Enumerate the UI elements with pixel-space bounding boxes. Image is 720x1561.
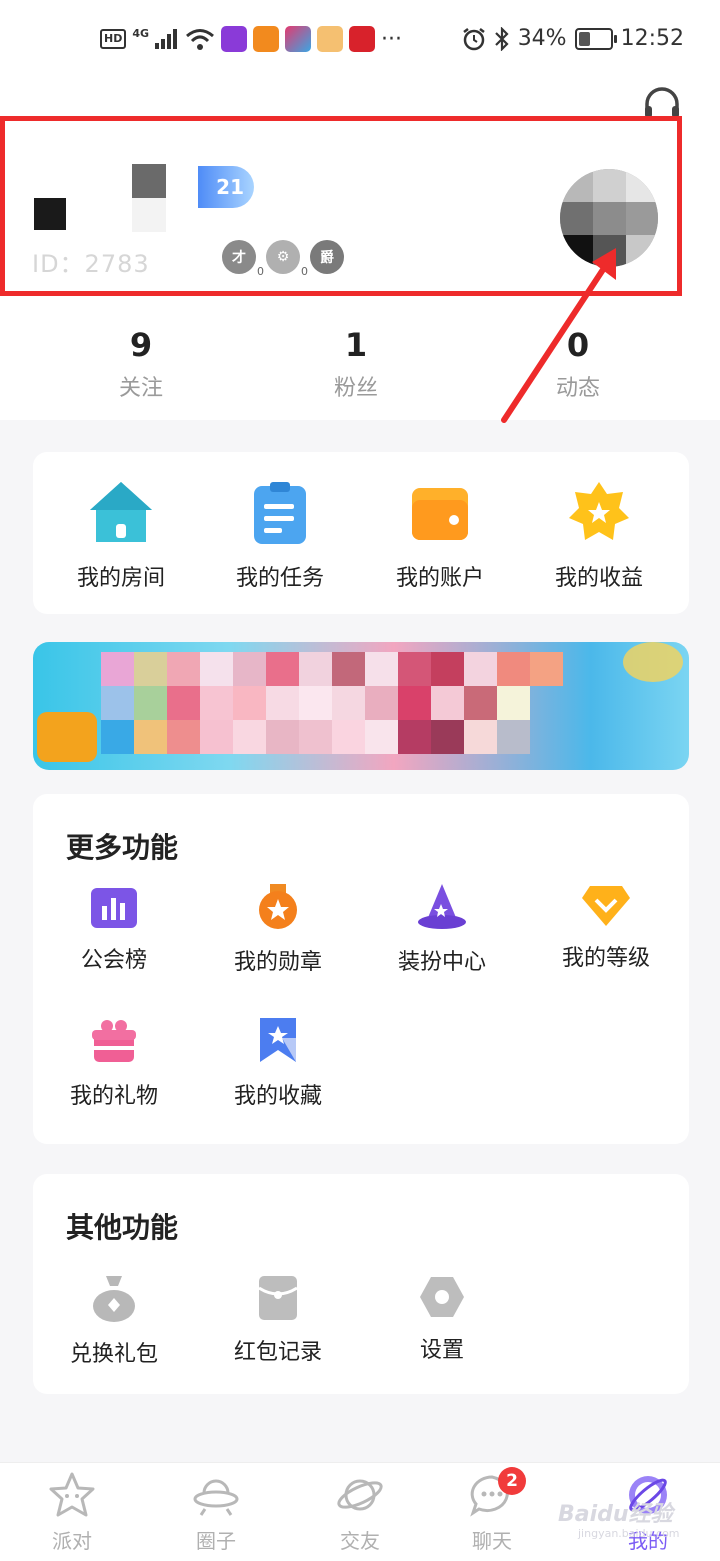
redeem-gift-pack-button[interactable]: 兑换礼包 <box>49 1274 179 1368</box>
my-level-button[interactable]: 我的等级 <box>541 884 671 972</box>
battery-percent: 34% <box>517 26 567 51</box>
alarm-icon <box>462 27 485 50</box>
stat-following[interactable]: 9 关注 <box>71 326 211 402</box>
bar-chart-icon <box>91 888 137 928</box>
other-functions-title: 其他功能 <box>66 1211 179 1244</box>
app-notification-icon <box>349 26 376 52</box>
my-favorites-button[interactable]: 我的收藏 <box>213 1016 343 1110</box>
guild-ranking-button[interactable]: 公会榜 <box>49 888 179 974</box>
clipboard-icon <box>254 482 306 544</box>
planet-icon <box>337 1479 383 1511</box>
gift-icon <box>92 1020 136 1062</box>
star-face-icon <box>49 1472 95 1517</box>
settings-button[interactable]: 设置 <box>377 1276 507 1364</box>
diamond-icon <box>582 886 630 926</box>
my-account-button[interactable]: 我的账户 <box>365 480 515 592</box>
wifi-icon <box>186 29 214 50</box>
promo-banner[interactable] <box>33 642 689 770</box>
house-icon <box>90 482 152 542</box>
star-badge-icon <box>569 482 629 540</box>
watermark-url: jingyan.baidu.com <box>578 1527 680 1540</box>
wallet-icon <box>412 488 468 540</box>
money-bag-icon <box>93 1276 135 1322</box>
dressup-center-button[interactable]: 装扮中心 <box>377 884 507 976</box>
app-notification-icon <box>317 26 344 52</box>
network-indicator: 4G <box>132 26 150 40</box>
status-right: 34% 12:52 <box>462 26 684 51</box>
medal-icon <box>259 884 297 929</box>
tab-friends[interactable]: 交友 <box>310 1471 410 1554</box>
status-left: HD 4G ··· <box>100 26 402 52</box>
wizard-hat-icon <box>418 884 466 929</box>
tab-chat[interactable]: 2 聊天 <box>442 1467 542 1554</box>
signal-icon <box>155 29 178 49</box>
my-tasks-button[interactable]: 我的任务 <box>205 480 355 592</box>
settings-icon <box>420 1277 464 1317</box>
my-room-button[interactable]: 我的房间 <box>46 480 196 592</box>
clock: 12:52 <box>620 26 684 51</box>
ufo-icon <box>193 1479 239 1516</box>
app-notification-icon <box>221 26 248 52</box>
tab-party[interactable]: 派对 <box>22 1471 122 1554</box>
more-notifications-icon: ··· <box>381 26 403 52</box>
watermark-brand: Baidu经验 <box>558 1502 673 1527</box>
app-notification-icon <box>253 26 280 52</box>
bluetooth-icon <box>494 26 509 51</box>
my-medals-button[interactable]: 我的勋章 <box>213 884 343 976</box>
battery-icon <box>574 27 617 50</box>
red-envelope-records-button[interactable]: 红包记录 <box>213 1276 343 1366</box>
red-envelope-icon <box>258 1276 298 1320</box>
more-functions-title: 更多功能 <box>66 831 179 864</box>
status-bar: HD 4G ··· 34% 12:52 <box>0 0 720 86</box>
stat-posts[interactable]: 0 动态 <box>508 326 648 402</box>
stat-fans[interactable]: 1 粉丝 <box>286 326 426 402</box>
bookmark-icon <box>260 1018 296 1062</box>
hd-indicator: HD <box>100 29 127 49</box>
unread-badge: 2 <box>498 1467 526 1495</box>
app-notification-icon <box>285 26 312 52</box>
tab-circle[interactable]: 圈子 <box>166 1471 266 1554</box>
my-gifts-button[interactable]: 我的礼物 <box>49 1020 179 1110</box>
my-earnings-button[interactable]: 我的收益 <box>524 480 674 592</box>
